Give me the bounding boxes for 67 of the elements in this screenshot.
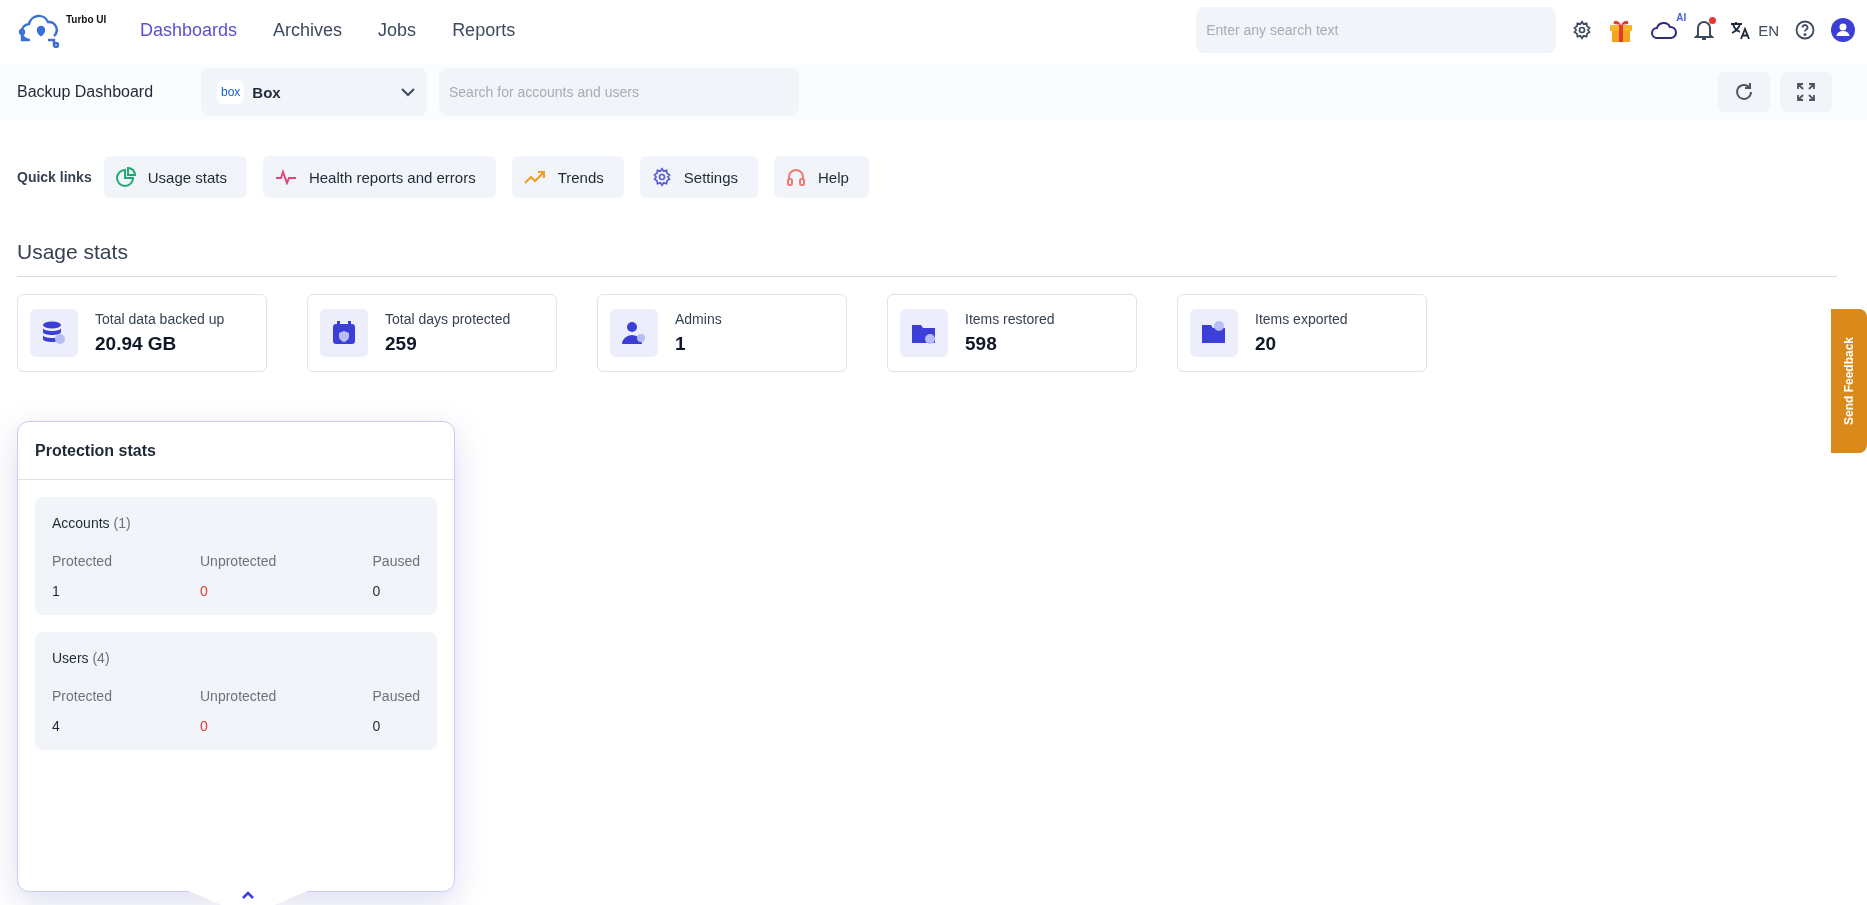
quick-link[interactable]: Trends — [511, 156, 624, 198]
quick-link[interactable]: Help — [774, 156, 869, 198]
headset-icon — [786, 167, 806, 187]
quick-links-label: Quick links — [17, 169, 92, 185]
stat-value: 0 — [372, 718, 382, 734]
refresh-button[interactable] — [1718, 72, 1770, 112]
language-switcher[interactable]: EN — [1730, 20, 1779, 40]
stat-value: 0 — [200, 718, 209, 734]
stat-value: 598 — [965, 333, 998, 355]
search-field[interactable]: Enter any search text — [1196, 7, 1557, 53]
stat-label: Protected — [52, 688, 113, 704]
help-icon[interactable] — [1795, 20, 1815, 40]
stat-label: Paused — [372, 553, 420, 569]
stat-label: Items exported — [1255, 311, 1348, 327]
settings-icon — [651, 167, 672, 187]
stat-value: 0 — [200, 583, 209, 599]
nav-tab[interactable]: Reports — [452, 19, 516, 41]
stat-label: Total days protected — [385, 311, 511, 327]
stat-label: Protected — [52, 553, 113, 569]
ai-label: AI — [1676, 12, 1687, 23]
refresh-icon — [1733, 81, 1755, 103]
stat-value: 259 — [385, 333, 418, 355]
avatar-icon[interactable] — [1831, 18, 1855, 42]
quick-link[interactable]: Settings — [639, 156, 758, 198]
chevron-up-icon — [242, 891, 254, 899]
pie-chart-icon — [115, 167, 136, 187]
settings-icon[interactable] — [1572, 20, 1593, 40]
stat-label: Admins — [675, 311, 722, 327]
stat-label: Items restored — [965, 311, 1055, 327]
nav-tab[interactable]: Archives — [273, 19, 343, 41]
quick-link[interactable]: Usage stats — [103, 156, 247, 198]
group-title: Accounts — [52, 515, 110, 531]
group-title: Users — [52, 650, 89, 666]
cloud-icon[interactable] — [1650, 20, 1679, 40]
nav-tab[interactable]: Jobs — [378, 19, 417, 41]
group-count: (4) — [92, 650, 110, 666]
service-dropdown[interactable]: box Box — [201, 68, 427, 116]
stat-value: 0 — [372, 583, 382, 599]
stat-label: Unprotected — [200, 553, 278, 569]
stat-value: 4 — [52, 718, 61, 734]
nav-tab[interactable]: Dashboards — [140, 19, 238, 41]
group-count: (1) — [113, 515, 131, 531]
trend-up-icon — [523, 170, 546, 184]
app-name: Turbo UI — [66, 14, 107, 25]
stat-label: Total data backed up — [95, 311, 225, 327]
chevron-down-icon — [401, 87, 415, 97]
stat-value: 20 — [1255, 333, 1278, 355]
folder-upload-icon — [1201, 320, 1227, 346]
search-field[interactable]: Search for accounts and users — [439, 68, 799, 116]
quick-link[interactable]: Health reports and errors — [262, 156, 496, 198]
translate-icon — [1730, 20, 1753, 40]
calendar-icon — [331, 320, 357, 346]
bell-icon[interactable] — [1694, 19, 1715, 41]
stat-label: Unprotected — [200, 688, 278, 704]
page-title: Backup Dashboard — [17, 83, 155, 101]
service-logo: box — [217, 80, 245, 104]
stat-value: 20.94 GB — [95, 333, 178, 355]
database-icon — [41, 320, 67, 346]
section-title: Usage stats — [17, 240, 129, 264]
expand-icon — [1796, 82, 1816, 102]
stat-value: 1 — [52, 583, 61, 599]
pulse-icon — [274, 169, 297, 185]
stat-value: 1 — [675, 333, 687, 355]
fullscreen-button[interactable] — [1780, 72, 1832, 112]
panel-title: Protection stats — [35, 441, 156, 460]
user-icon — [621, 320, 647, 346]
stat-label: Paused — [372, 688, 420, 704]
